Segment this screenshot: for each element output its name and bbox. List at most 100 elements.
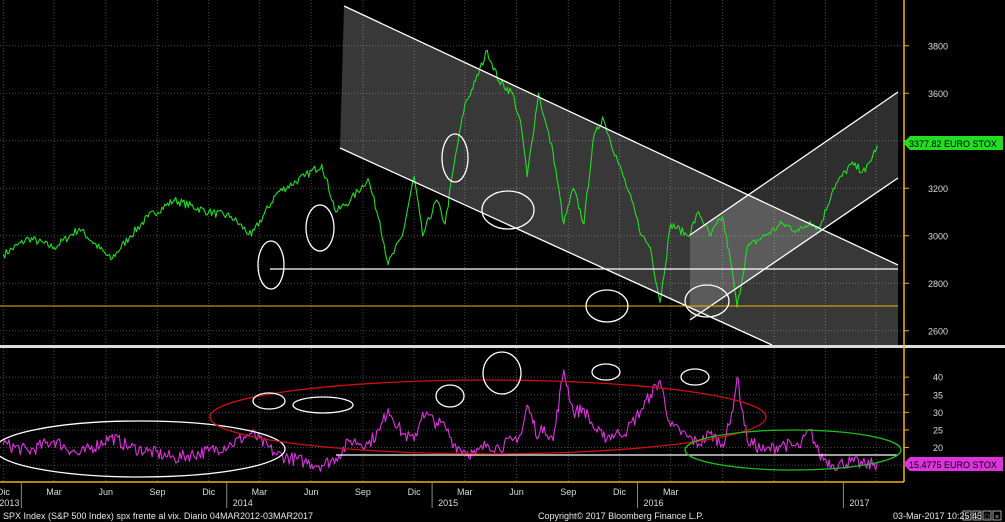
chart-title: SPX Index (S&P 500 Index) spx frente al … — [3, 511, 313, 521]
upper-data-point — [53, 247, 55, 249]
lower-data-point — [618, 432, 620, 435]
upper-data-point — [572, 187, 574, 189]
upper-data-point — [864, 171, 866, 173]
upper-data-point — [486, 49, 488, 52]
lower-data-point — [208, 450, 210, 452]
y-tick-label: 2800 — [928, 279, 948, 289]
upper-data-point — [464, 104, 466, 106]
year-label: 2017 — [849, 498, 869, 508]
lower-data-point — [543, 425, 545, 428]
lower-data-point — [649, 394, 652, 396]
lower-data-point — [129, 446, 132, 449]
lower-data-point — [746, 439, 748, 442]
year-label: 2014 — [233, 498, 253, 508]
lower-data-point — [572, 411, 574, 413]
lower-data-point — [520, 432, 523, 435]
upper-data-point — [592, 140, 594, 142]
lower-data-point — [670, 425, 672, 428]
year-label: 2013 — [0, 498, 19, 508]
lower-data-point — [850, 461, 852, 463]
lower-data-point — [563, 369, 565, 371]
upper-data-point — [602, 116, 604, 118]
upper-data-point — [511, 92, 514, 94]
lower-data-point — [303, 461, 305, 463]
x-tick-label: Mar — [457, 487, 473, 497]
lower-data-point — [709, 432, 711, 435]
lower-data-point — [781, 443, 783, 445]
upper-data-point — [276, 192, 278, 194]
copyright: Copyright© 2017 Bloomberg Finance L.P. — [538, 511, 704, 521]
lower-data-point — [276, 454, 278, 456]
year-label: 2016 — [643, 498, 663, 508]
upper-data-point — [729, 258, 731, 261]
y-tick-label: 3800 — [928, 41, 948, 51]
upper-data-point — [147, 216, 149, 218]
x-tick-label: Jun — [509, 487, 524, 497]
upper-data-point — [537, 92, 540, 94]
lower-data-point — [110, 436, 112, 438]
chart-canvas: Dic Mar Jun Sep Dic Mar Jun Sep Dic Mar Jun Sep Dic M… — [0, 0, 1005, 522]
y-tick-label: 3000 — [928, 231, 948, 241]
upper-data-point — [520, 128, 523, 130]
lower-data-point — [511, 439, 514, 442]
x-tick-label: Sep — [560, 487, 576, 497]
x-tick-label: Mar — [663, 487, 679, 497]
last-value-tag-upper: 3377.82 EURO STOX — [903, 136, 1003, 150]
lower-data-point — [721, 443, 724, 445]
x-tick-label: Jun — [304, 487, 319, 497]
lower-data-point — [53, 439, 55, 442]
x-tick-label: Jun — [99, 487, 114, 497]
lower-data-point — [173, 457, 176, 459]
upper-data-point — [552, 152, 554, 154]
lower-data-point — [526, 404, 528, 406]
lower-data-point — [147, 450, 149, 452]
y-tick-label: 3200 — [928, 184, 948, 194]
lower-data-point — [78, 454, 80, 456]
upper-data-point — [110, 258, 112, 261]
lower-data-point — [602, 436, 604, 438]
upper-data-point — [618, 163, 620, 166]
upper-data-point — [28, 237, 30, 239]
upper-data-point — [832, 187, 834, 189]
lower-data-point — [832, 464, 834, 466]
lower-data-point — [592, 425, 594, 428]
upper-data-point — [303, 175, 305, 177]
upper-data-point — [379, 220, 381, 223]
upper-data-point — [2, 254, 4, 256]
upper-data-point — [583, 223, 585, 225]
upper-data-point — [649, 247, 652, 249]
upper-data-point — [850, 163, 852, 166]
upper-data-point — [349, 199, 352, 201]
lower-data-point — [230, 443, 232, 445]
y-tick-label: 25 — [933, 425, 943, 435]
lower-data-point — [401, 432, 403, 435]
lower-data-point — [387, 408, 389, 410]
lower-data-point — [659, 380, 661, 382]
lower-data-point — [413, 439, 415, 442]
x-tick-label: Mar — [46, 487, 62, 497]
x-tick-label: Dic — [613, 487, 626, 497]
upper-data-point — [798, 230, 800, 232]
lower-data-point — [626, 429, 628, 431]
lower-data-point — [335, 457, 337, 459]
upper-data-point — [367, 178, 369, 180]
x-tick-label: Dic — [408, 487, 421, 497]
upper-data-point — [498, 80, 500, 82]
upper-data-point — [641, 235, 643, 237]
y-tick-label: 2600 — [928, 326, 948, 336]
lower-data-point — [687, 436, 689, 438]
upper-data-point — [413, 175, 415, 177]
lower-data-point — [729, 422, 731, 424]
lower-data-point — [698, 443, 700, 445]
lower-data-point — [321, 464, 323, 466]
upper-data-point — [698, 211, 700, 213]
lower-data-point — [641, 408, 643, 410]
lower-data-point — [464, 450, 466, 452]
upper-data-point — [78, 228, 80, 230]
upper-data-point — [781, 223, 783, 225]
y-tick-label: 40 — [933, 373, 943, 383]
year-label: 2015 — [438, 498, 458, 508]
panel-separator — [0, 345, 1005, 348]
lower-data-point — [436, 422, 438, 424]
upper-data-point — [335, 211, 337, 213]
